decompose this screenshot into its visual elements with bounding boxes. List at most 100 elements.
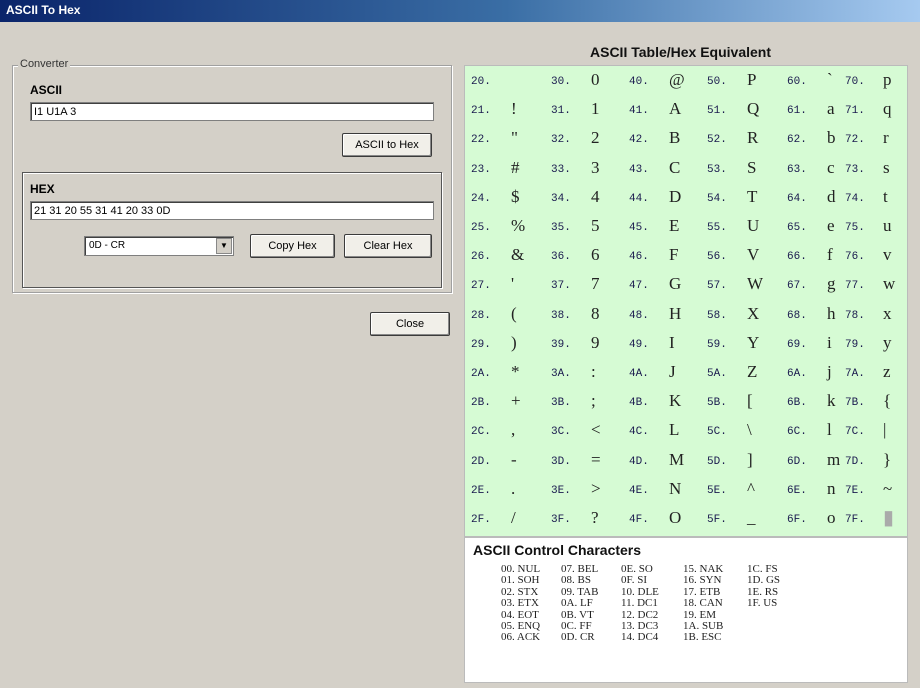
hex-code: 40. — [629, 76, 649, 88]
ascii-char: J — [669, 362, 676, 381]
hex-code: 42. — [629, 134, 649, 147]
hex-code: 2D. — [471, 455, 491, 468]
converter-legend: Converter — [18, 58, 71, 70]
hex-code: 75. — [845, 222, 865, 234]
ascii-table-cell: 25.% — [471, 215, 541, 239]
ascii-table-cell: 43. C — [629, 157, 699, 181]
ascii-table-cell: 56. V — [707, 244, 777, 268]
ascii-char: 2 — [591, 128, 600, 148]
hex-code: 78. — [845, 309, 865, 322]
hex-code: 61. — [787, 105, 807, 118]
hex-code: 79. — [845, 338, 865, 351]
ascii-table-cell: 30. 0 — [551, 69, 621, 93]
clear-hex-button[interactable]: Clear Hex — [344, 234, 432, 258]
hex-code: 51. — [707, 105, 727, 118]
ascii-char: ] — [747, 449, 753, 469]
hex-label: HEX — [30, 182, 55, 196]
ascii-char: 3 — [591, 157, 600, 177]
ascii-table-cell: 74. t — [845, 186, 915, 210]
ascii-to-hex-button[interactable]: ASCII to Hex — [342, 133, 432, 157]
line-end-select[interactable]: 0D - CR ▼ — [84, 236, 234, 256]
ascii-table-cell: 45. E — [629, 215, 699, 239]
hex-code: 20. — [471, 76, 491, 88]
hex-code: 46. — [629, 251, 649, 264]
hex-code: 5C. — [707, 426, 727, 439]
hex-code: 27. — [471, 280, 491, 293]
hex-code: 41. — [629, 105, 649, 118]
ascii-char: k — [827, 391, 836, 411]
hex-code: 73. — [845, 163, 865, 176]
hex-code: 57. — [707, 280, 727, 293]
ascii-table-cell: 35. 5 — [551, 215, 621, 239]
hex-code: 45. — [629, 222, 649, 234]
ascii-char: N — [669, 478, 682, 498]
ascii-char: 8 — [591, 303, 600, 323]
hex-code: 56. — [707, 251, 727, 264]
ascii-table-cell: 72. r — [845, 127, 915, 151]
ascii-char: A — [669, 99, 682, 119]
ascii-table-cell: 4C. L — [629, 419, 699, 443]
ascii-table-cell: 2C., — [471, 419, 541, 443]
ascii-char: | — [883, 420, 887, 440]
ascii-table-cell: 73. s — [845, 157, 915, 181]
hex-output[interactable]: 21 31 20 55 31 41 20 33 0D — [30, 201, 434, 220]
hex-code: 67. — [787, 280, 807, 293]
hex-code: 2E. — [471, 484, 491, 497]
ascii-table-cell: 2A. * — [471, 361, 541, 385]
ascii-table-cell: 4E. N — [629, 478, 699, 502]
ascii-table-cell: 29.) — [471, 332, 541, 356]
ascii-char: 4 — [591, 186, 600, 206]
hex-code: 76. — [845, 251, 865, 264]
ascii-table-cell: 2E.. — [471, 478, 541, 502]
ascii-table-cell: 51. Q — [707, 98, 777, 122]
ascii-char: e — [827, 216, 835, 235]
hex-code: 64. — [787, 192, 807, 205]
window-title: ASCII To Hex — [6, 3, 81, 17]
ascii-input[interactable]: I1 U1A 3 — [30, 102, 434, 121]
control-char-item: 18. CAN — [683, 597, 723, 610]
copy-hex-button[interactable]: Copy Hex — [250, 234, 335, 258]
hex-code: 6F. — [787, 514, 807, 526]
close-button[interactable]: Close — [370, 312, 450, 336]
ascii-table-cell: 4B. K — [629, 390, 699, 414]
ascii-char: + — [511, 391, 521, 411]
ascii-char: _ — [747, 508, 756, 527]
ascii-table-cell: 55. U — [707, 215, 777, 239]
hex-code: 44. — [629, 192, 649, 205]
ascii-char: C — [669, 157, 681, 177]
ascii-table-cell: 40. @ — [629, 69, 699, 93]
hex-code: 29. — [471, 338, 491, 351]
ascii-char: Q — [747, 99, 760, 119]
ascii-char: 0 — [591, 70, 600, 89]
ascii-table-cell: 49. I — [629, 332, 699, 356]
ascii-char: n — [827, 478, 836, 498]
ascii-char: c — [827, 157, 835, 177]
hex-code: 5F. — [707, 514, 727, 526]
ascii-char: : — [591, 362, 596, 381]
control-chars-column: 0E. SO 0F. SI 10. DLE 11. DC1 12. DC2 13. DC3… — [621, 563, 659, 644]
hex-code: 3F. — [551, 514, 571, 526]
ascii-table-title: ASCII Table/Hex Equivalent — [590, 44, 772, 60]
ascii-table-cell: 70. p — [845, 69, 915, 93]
ascii-table-cell: 27. ' — [471, 273, 541, 297]
title-bar[interactable]: ASCII To Hex — [0, 0, 920, 22]
ascii-table-cell: 58. X — [707, 303, 777, 327]
ascii-table-cell: 31. 1 — [551, 98, 621, 122]
ascii-char: x — [883, 303, 892, 323]
ascii-char: T — [747, 186, 758, 206]
ascii-table-cell: 5E. ^ — [707, 478, 777, 502]
ascii-table-cell: 42. B — [629, 127, 699, 151]
ascii-char: 5 — [591, 216, 600, 235]
chevron-down-icon[interactable]: ▼ — [216, 238, 232, 254]
ascii-char: " — [511, 128, 518, 148]
ascii-char: q — [883, 99, 892, 119]
hex-code: 4D. — [629, 455, 649, 468]
ascii-table-cell: 34. 4 — [551, 186, 621, 210]
ascii-table-cell: 44. D — [629, 186, 699, 210]
hex-code: 7D. — [845, 455, 865, 468]
hex-code: 4F. — [629, 514, 649, 526]
ascii-char: < — [591, 420, 601, 440]
ascii-char: v — [883, 245, 892, 265]
hex-code: 4A. — [629, 368, 649, 380]
hex-code: 33. — [551, 163, 571, 176]
